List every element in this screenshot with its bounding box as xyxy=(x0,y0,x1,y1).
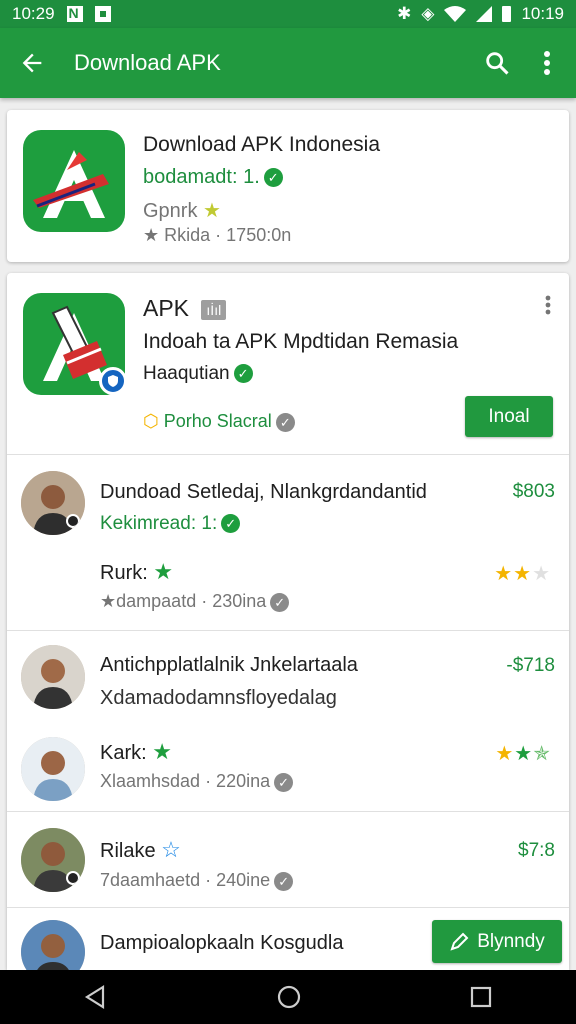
app-bar: Download APK xyxy=(0,28,576,98)
star-icon: ★ xyxy=(532,563,551,585)
list-item[interactable]: Dampioalopkaaln Kosgudla Blynndy xyxy=(7,907,569,970)
avatar xyxy=(21,645,85,709)
star-icon: ★ xyxy=(143,225,160,245)
overflow-menu-button[interactable] xyxy=(522,33,572,93)
category-text: Gpnrk xyxy=(143,200,198,222)
app-category: Gpnrk ★ xyxy=(143,198,221,223)
install-button[interactable]: Inoal xyxy=(465,396,553,437)
search-icon xyxy=(486,52,509,75)
more-vert-icon xyxy=(544,51,550,75)
status-time-right: 10:19 xyxy=(521,4,564,23)
item-sub: Xdamadodamnsfloyedalag xyxy=(100,687,337,709)
back-button[interactable] xyxy=(0,31,64,95)
item-meta-text: dampaatd · 230ina xyxy=(116,591,267,611)
star-icon: ★ xyxy=(100,591,117,611)
more-vert-icon[interactable] xyxy=(545,295,551,315)
item-rank: Kark: ★ xyxy=(100,739,172,765)
app-version-text: bodamadt: 1. xyxy=(143,166,260,188)
item-sub-text: Kekimread: 1: xyxy=(100,513,218,534)
featured-app-card[interactable]: Download APK Indonesia bodamadt: 1. ✓ Gpn… xyxy=(7,110,569,262)
avatar xyxy=(21,471,85,535)
rating-stars: ★★★ xyxy=(494,561,551,586)
item-price: $803 xyxy=(512,481,555,502)
app-list-card: APK ıİıl Indoah ta APK Mpdtidan Remasia … xyxy=(7,273,569,970)
status-bar: 10:29 ✱ ◈ 10:19 xyxy=(0,0,576,28)
tag-icon: ⬡ xyxy=(143,411,159,431)
item-title: Dundoad Setledaj, Nlankgrdandantid xyxy=(100,481,427,503)
item-title: Rilake ☆ xyxy=(100,837,181,863)
buy-button-label: Blynndy xyxy=(477,930,545,952)
item-title-text: Rilake xyxy=(100,840,156,862)
app-title: APK ıİıl xyxy=(143,295,227,322)
search-button[interactable] xyxy=(472,33,522,93)
item-sub: Kekimread: 1: ✓ xyxy=(100,513,241,535)
item-rank-text: Kark: xyxy=(100,742,147,764)
verified-icon: ✓ xyxy=(275,412,295,432)
verified-icon: ✓ xyxy=(233,364,253,384)
shield-badge-icon xyxy=(99,367,127,395)
pen-icon xyxy=(450,932,469,951)
system-nav-bar xyxy=(0,970,576,1024)
app-sub: Haaqutian ✓ xyxy=(143,363,253,385)
app-title-text: APK xyxy=(143,295,190,321)
notification-icon xyxy=(94,6,111,22)
signal-icon xyxy=(476,6,493,22)
tag-text: Porho Slacral xyxy=(163,411,272,431)
item-meta-text: Xlaamhsdad · 220ina xyxy=(100,771,271,791)
item-title: Antichpplatlalnik Jnkelartaala xyxy=(100,654,358,676)
bluetooth-icon: ✱ xyxy=(397,4,412,23)
item-meta: 7daamhaetd · 240ine ✓ xyxy=(100,870,294,891)
battery-icon xyxy=(502,6,512,22)
star-icon: ★ xyxy=(495,743,515,765)
app-badge: ıİıl xyxy=(201,299,227,320)
star-icon: ★ xyxy=(203,200,221,222)
wifi-icon xyxy=(444,6,467,22)
page-title: Download APK xyxy=(74,50,221,75)
app-logo-icon xyxy=(23,130,125,232)
verified-icon: ✓ xyxy=(274,871,294,891)
app-meta: ★ Rkida · 1750:0n xyxy=(143,225,291,246)
status-time-left: 10:29 xyxy=(12,4,55,23)
home-nav-icon[interactable] xyxy=(276,984,302,1010)
item-meta: Xlaamhsdad · 220ina ✓ xyxy=(100,771,294,792)
app-title: Download APK Indonesia xyxy=(143,133,380,156)
item-meta: ★dampaatd · 230ina ✓ xyxy=(100,591,290,612)
app-sub-text: Haaqutian xyxy=(143,363,230,384)
item-title: Dampioalopkaaln Kosgudla xyxy=(100,932,344,954)
app-description: Indoah ta APK Mpdtidan Remasia xyxy=(143,330,459,353)
star-icon: ★ xyxy=(152,739,172,764)
item-rank: Rurk: ★ xyxy=(100,559,173,585)
item-rank-text: Rurk: xyxy=(100,562,148,584)
star-icon: ★ xyxy=(153,559,174,584)
star-icon: ✯ xyxy=(533,743,551,765)
verified-icon: ✓ xyxy=(221,514,241,534)
star-icon: ★ xyxy=(514,743,534,765)
star-icon: ★★ xyxy=(494,563,533,585)
item-price: $7:8 xyxy=(518,840,555,861)
recents-nav-icon[interactable] xyxy=(469,985,493,1009)
rating-stars: ★★✯ xyxy=(495,741,551,766)
star-outline-icon: ☆ xyxy=(161,837,181,862)
list-item[interactable]: Rilake ☆ $7:8 7daamhaetd · 240ine ✓ xyxy=(7,811,569,907)
item-price: -$718 xyxy=(506,655,555,676)
avatar xyxy=(21,737,85,801)
back-arrow-icon xyxy=(22,53,42,73)
app-tag: ⬡ Porho Slacral ✓ xyxy=(143,411,295,432)
back-nav-icon[interactable] xyxy=(83,984,109,1010)
notification-icon xyxy=(66,5,83,22)
verified-icon: ✓ xyxy=(274,772,294,792)
meta-text: Rkida · 1750:0n xyxy=(164,225,292,245)
list-item[interactable]: Antichpplatlalnik Jnkelartaala -$718 Xda… xyxy=(7,630,569,811)
avatar xyxy=(21,828,85,892)
verified-icon: ✓ xyxy=(263,168,283,188)
data-saver-icon: ◈ xyxy=(421,4,435,23)
avatar xyxy=(21,920,85,970)
app-version: bodamadt: 1. ✓ xyxy=(143,166,283,189)
list-item[interactable]: Dundoad Setledaj, Nlankgrdandantid $803 … xyxy=(7,454,569,630)
item-meta-text: 7daamhaetd · 240ine xyxy=(100,870,271,890)
verified-icon: ✓ xyxy=(270,592,290,612)
buy-button[interactable]: Blynndy xyxy=(432,920,562,963)
